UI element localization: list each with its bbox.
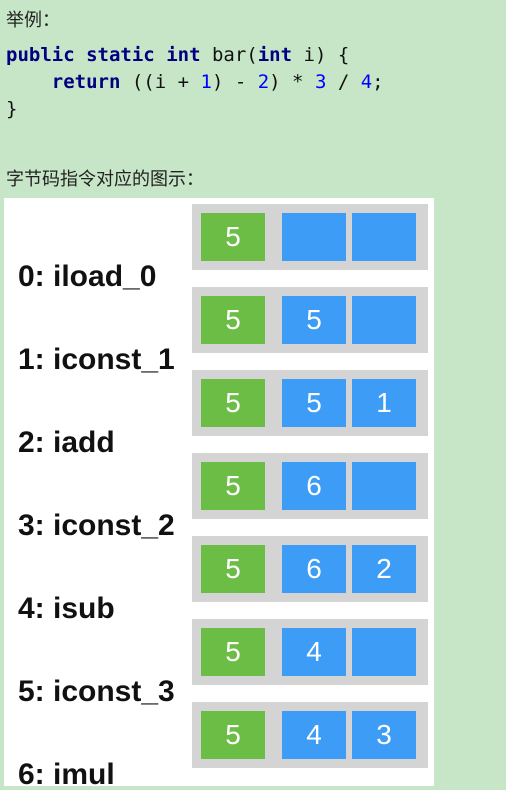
instruction-label: 6: imul [18,758,115,786]
number-literal: 2 [257,71,270,93]
code-block: public static int bar(int i) { return ((… [6,42,384,123]
expr-part: ((i + [131,71,201,93]
number-literal: 4 [360,71,373,93]
number-literal: 1 [200,71,212,93]
operand-stack-state: 5 6 2 [192,536,428,602]
stack-cell [352,462,416,510]
keyword-public: public [6,44,75,66]
operand-stack-state: 5 5 1 [192,370,428,436]
stack-cell: 3 [352,711,416,759]
local-var-cell: 5 [201,711,265,759]
number-literal: 3 [314,71,327,93]
local-var-cell: 5 [201,379,265,427]
stack-cell: 2 [352,545,416,593]
stack-cell [352,213,416,261]
stack-cell: 1 [352,379,416,427]
stack-cell: 5 [282,296,346,344]
stack-cell [352,628,416,676]
local-var-cell: 5 [201,545,265,593]
instruction-label: 2: iadd [18,426,115,459]
stack-cell: 6 [282,462,346,510]
method-name: bar( [211,44,258,66]
instruction-label: 0: iload_0 [18,260,157,293]
bytecode-stack-diagram: 0: iload_0 1: iconst_1 2: iadd 3: iconst… [4,198,434,786]
instruction-label: 3: iconst_2 [18,509,175,542]
local-var-cell: 5 [201,213,265,261]
expr-part: / [326,71,361,93]
stack-cell [282,213,346,261]
code-line-3: } [6,98,18,120]
keyword-static: static [86,44,155,66]
example-label: 举例： [6,10,60,31]
stack-cell: 6 [282,545,346,593]
local-var-cell: 5 [201,462,265,510]
instruction-label: 4: isub [18,592,115,625]
operand-stack-state: 5 4 [192,619,428,685]
instruction-label: 5: iconst_3 [18,675,175,708]
stack-cell: 4 [282,628,346,676]
stack-cell [352,296,416,344]
local-var-cell: 5 [201,296,265,344]
keyword-int-param: int [257,44,293,66]
keyword-return: return [51,71,121,93]
operand-stack-state: 5 6 [192,453,428,519]
method-params-rest: i) { [303,44,350,66]
operand-stack-state: 5 5 [192,287,428,353]
stack-cell: 5 [282,379,346,427]
operand-stack-state: 5 [192,204,428,270]
expr-part: ) * [269,71,315,93]
stack-cell: 4 [282,711,346,759]
diagram-label: 字节码指令对应的图示： [6,169,204,190]
code-line-1: public static int bar(int i) { [6,44,349,66]
instruction-label: 1: iconst_1 [18,343,175,376]
keyword-int: int [166,44,201,66]
local-var-cell: 5 [201,628,265,676]
operand-stack-state: 5 4 3 [192,702,428,768]
expr-part: ) - [211,71,258,93]
code-line-2: return ((i + 1) - 2) * 3 / 4; [6,71,384,93]
expr-part: ; [372,71,384,93]
